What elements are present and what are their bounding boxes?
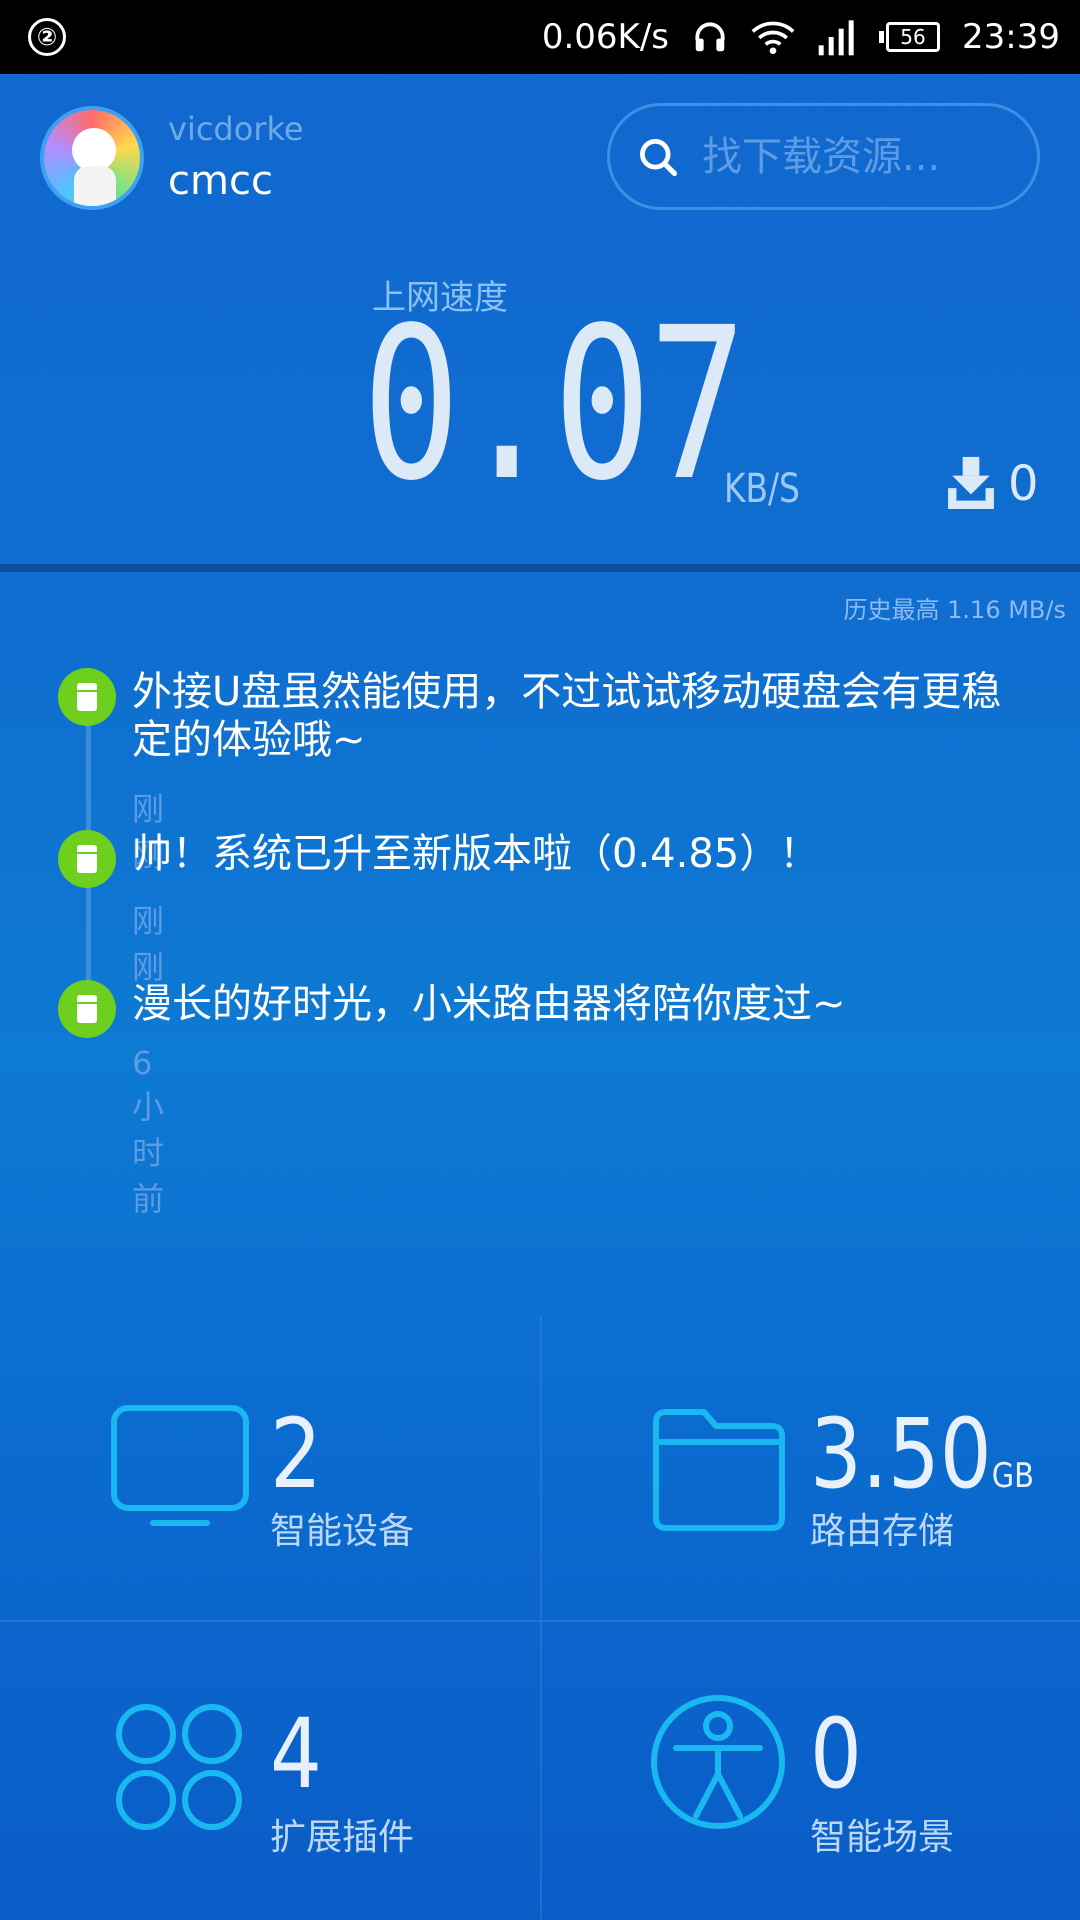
plugins-icon [116, 1704, 242, 1830]
search-bar[interactable] [607, 103, 1040, 210]
scenes-count: 0 [810, 1698, 862, 1810]
monitor-icon [111, 1405, 249, 1526]
network-name: cmcc [168, 158, 273, 204]
devices-label: 智能设备 [270, 1511, 415, 1552]
tile-router-storage[interactable]: 3.50GB 路由存储 [542, 1316, 1080, 1616]
scenes-label: 智能场景 [810, 1817, 955, 1858]
storage-unit: GB [991, 1456, 1034, 1496]
timeline-message: 漫长的好时光，小米路由器将陪你度过~ [132, 981, 846, 1027]
devices-count: 2 [270, 1398, 322, 1510]
avatar[interactable] [40, 106, 144, 210]
headphones-icon [691, 18, 729, 56]
download-button[interactable]: 0 [946, 456, 1039, 512]
storage-value: 3.50 [810, 1398, 992, 1510]
storage-label: 路由存储 [810, 1511, 955, 1552]
sim-indicator: ② [28, 18, 66, 56]
divider [0, 564, 1080, 572]
feature-grid: 2 智能设备 3.50GB 路由存储 4 扩展插件 0 智能场景 [0, 1316, 1080, 1920]
search-input[interactable] [702, 133, 1032, 180]
timeline-message: 帅！系统已升至新版本啦（0.4.85）！ [132, 831, 820, 877]
username: vicdorke [168, 110, 304, 148]
tile-smart-scenes[interactable]: 0 智能场景 [542, 1622, 1080, 1920]
signal-icon [817, 18, 857, 56]
download-icon [948, 456, 994, 509]
battery-icon: 56 [879, 22, 941, 52]
tile-smart-devices[interactable]: 2 智能设备 [0, 1316, 540, 1616]
tile-plugins[interactable]: 4 扩展插件 [0, 1622, 540, 1920]
status-bar: ② 0.06K/s 56 23:39 [0, 0, 1080, 74]
battery-level: 56 [886, 22, 941, 52]
timeline-time: 6小时前 [132, 1044, 165, 1218]
clock: 23:39 [962, 17, 1060, 57]
plugins-count: 4 [270, 1698, 322, 1810]
storage-icon [58, 830, 116, 888]
storage-icon [58, 668, 116, 726]
network-speed: 0.06K/s [541, 17, 670, 57]
folder-icon [653, 1409, 785, 1531]
history-max-speed: 历史最高 1.16 MB/s [843, 596, 1066, 624]
speed-value: 0.07 [362, 282, 747, 527]
timeline-time: 刚刚 [132, 902, 165, 986]
download-count: 0 [1008, 456, 1039, 512]
search-icon [640, 138, 678, 176]
speed-unit: KB/S [724, 466, 800, 512]
storage-amount: 3.50GB [810, 1406, 1034, 1502]
plugins-label: 扩展插件 [270, 1817, 415, 1858]
timeline-message: 外接U盘虽然能使用，不过试试移动硬盘会有更稳定的体验哦~ [132, 669, 1002, 763]
human-icon [651, 1695, 785, 1829]
storage-icon [58, 980, 116, 1038]
wifi-icon [751, 18, 795, 56]
